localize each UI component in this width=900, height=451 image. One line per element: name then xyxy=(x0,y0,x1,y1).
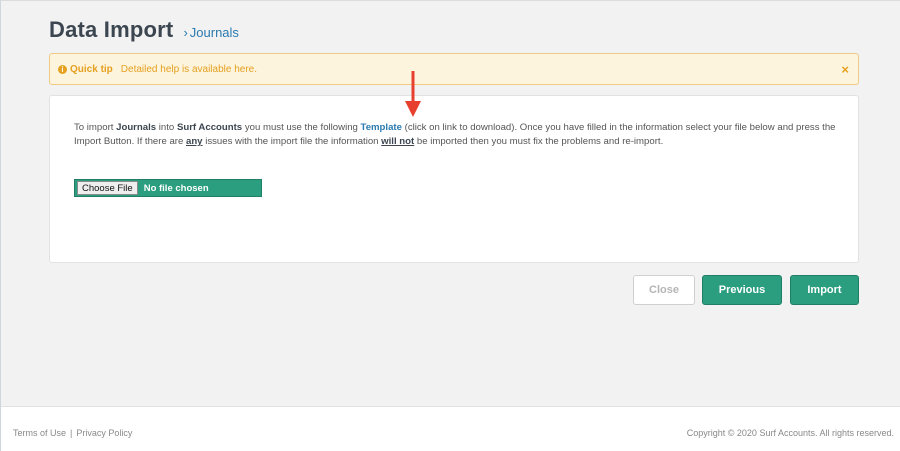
terms-of-use-link[interactable]: Terms of Use xyxy=(13,428,66,438)
breadcrumb[interactable]: › Journals xyxy=(183,25,238,40)
instructions-text: you must use the following xyxy=(242,122,361,133)
privacy-policy-link[interactable]: Privacy Policy xyxy=(76,428,132,438)
info-icon: i xyxy=(58,64,67,74)
breadcrumb-journals[interactable]: Journals xyxy=(190,25,239,40)
quick-tip-banner: i Quick tip Detailed help is available h… xyxy=(49,53,859,85)
instructions-will-not: will not xyxy=(381,136,415,147)
chevron-right-icon: › xyxy=(183,25,188,40)
import-instructions: To import Journals into Surf Accounts yo… xyxy=(74,121,839,149)
copyright-text: Copyright © 2020 Surf Accounts. All righ… xyxy=(686,428,894,438)
page-title: Data Import xyxy=(49,17,174,42)
instructions-text: issues with the import file the informat… xyxy=(202,136,382,147)
file-status-text: No file chosen xyxy=(143,182,209,194)
footer-links: Terms of Use | Privacy Policy xyxy=(13,428,132,438)
instructions-any: any xyxy=(185,136,203,147)
instructions-journals: Journals xyxy=(116,122,157,133)
page-header: Data Import › Journals xyxy=(49,17,239,43)
choose-file-button[interactable]: Choose File xyxy=(77,181,138,195)
import-panel: To import Journals into Surf Accounts yo… xyxy=(49,95,859,263)
close-button[interactable]: Close xyxy=(633,275,695,305)
footer-separator: | xyxy=(70,428,73,438)
close-icon[interactable]: × xyxy=(841,62,849,77)
previous-button[interactable]: Previous xyxy=(702,275,782,305)
quick-tip-help-link[interactable]: Detailed help is available here. xyxy=(121,64,257,75)
footer: Terms of Use | Privacy Policy Copyright © … xyxy=(1,406,900,451)
file-input[interactable]: Choose File No file chosen xyxy=(74,179,262,197)
instructions-text: be imported then you must fix the proble… xyxy=(414,136,664,147)
page: Data Import › Journals i Quick tip Detai… xyxy=(0,0,900,451)
import-button[interactable]: Import xyxy=(790,275,859,305)
instructions-surf-accounts: Surf Accounts xyxy=(176,122,243,133)
instructions-text: into xyxy=(156,122,177,133)
instructions-text: To import xyxy=(74,122,117,133)
quick-tip-title: Quick tip xyxy=(70,63,113,75)
annotation-arrow-icon xyxy=(405,71,421,117)
template-download-link[interactable]: Template xyxy=(361,122,402,133)
